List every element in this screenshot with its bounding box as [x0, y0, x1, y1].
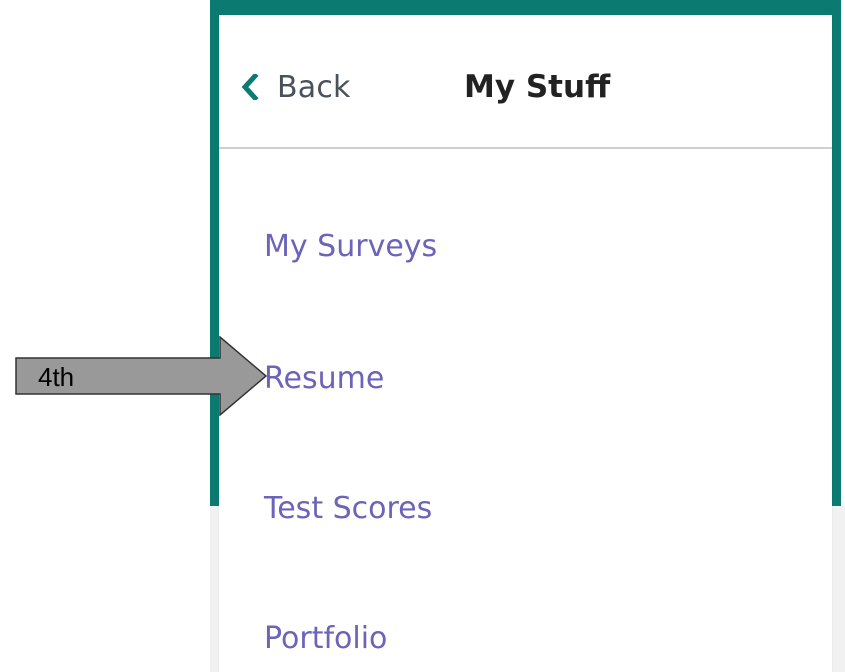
my-stuff-panel: Back My Stuff My Surveys Resume Test Sco… [219, 15, 832, 672]
panel-header: Back My Stuff [219, 15, 832, 149]
menu-item-portfolio[interactable]: Portfolio [264, 617, 387, 661]
screenshot-stage: Back My Stuff My Surveys Resume Test Sco… [0, 0, 845, 672]
back-label: Back [277, 69, 351, 105]
annotation-label: 4th [38, 362, 75, 392]
back-button[interactable]: Back [241, 67, 351, 107]
chevron-left-icon [241, 74, 259, 100]
menu-item-resume[interactable]: Resume [264, 357, 384, 401]
menu-item-my-surveys[interactable]: My Surveys [264, 225, 437, 269]
annotation-arrow: 4th [15, 336, 267, 416]
page-title: My Stuff [464, 69, 611, 105]
menu-item-test-scores[interactable]: Test Scores [264, 487, 432, 531]
